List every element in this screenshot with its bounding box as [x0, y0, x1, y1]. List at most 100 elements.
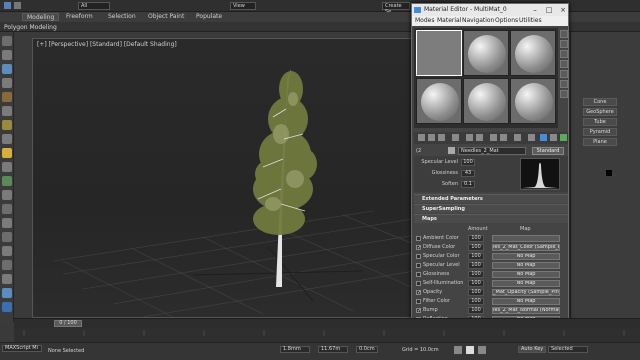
shapes-icon[interactable]	[2, 246, 12, 256]
map-slot-button[interactable]: No Map	[492, 298, 560, 305]
close-icon[interactable]: ×	[556, 4, 568, 16]
color-swatch[interactable]	[606, 170, 612, 176]
map-slot-button[interactable]: No Map	[492, 271, 560, 278]
get-material-icon[interactable]	[418, 134, 425, 141]
go-to-start-icon[interactable]	[454, 346, 462, 354]
utilities-icon[interactable]	[2, 162, 12, 172]
tab-object-paint[interactable]: Object Paint	[144, 13, 188, 21]
pick-from-object-icon[interactable]	[550, 134, 557, 141]
options-icon[interactable]	[560, 90, 568, 98]
layer-icon[interactable]	[2, 302, 12, 312]
menu-material[interactable]: Material	[437, 17, 461, 25]
track-bar[interactable]	[14, 328, 640, 342]
select-icon[interactable]	[2, 36, 12, 46]
go-to-end-icon[interactable]	[478, 346, 486, 354]
redo-icon[interactable]	[14, 2, 21, 9]
map-enable-checkbox[interactable]	[416, 281, 421, 286]
map-amount-field[interactable]: 100	[468, 298, 484, 305]
rollout-extended-parameters[interactable]: Extended Parameters	[414, 194, 568, 203]
tab-modeling[interactable]: Modeling	[22, 13, 60, 21]
display-icon[interactable]	[2, 148, 12, 158]
map-slot-button[interactable]: No Map	[492, 262, 560, 269]
specular-level-field[interactable]: 100	[461, 159, 475, 166]
minimize-icon[interactable]: –	[528, 4, 542, 16]
map-enable-checkbox[interactable]	[416, 236, 421, 241]
background-icon[interactable]	[560, 50, 568, 58]
x-coordinate-field[interactable]: 1.8mm	[280, 346, 310, 353]
soften-field[interactable]: 0.1	[461, 181, 475, 188]
map-slot-button[interactable]: No Map	[492, 280, 560, 287]
tube-button[interactable]: Tube	[583, 118, 617, 126]
compound-icon[interactable]	[2, 274, 12, 284]
map-enable-checkbox[interactable]	[416, 272, 421, 277]
maximize-icon[interactable]: □	[542, 4, 556, 16]
put-to-scene-icon[interactable]	[428, 134, 435, 141]
map-enable-checkbox[interactable]	[416, 254, 421, 259]
systems-icon[interactable]	[2, 232, 12, 242]
material-editor-titlebar[interactable]: Material Editor - MultiMat_0 – □ ×	[412, 4, 568, 16]
undo-icon[interactable]	[4, 2, 11, 9]
material-map-navigator-icon[interactable]	[560, 134, 567, 141]
move-icon[interactable]	[2, 50, 12, 60]
glossiness-field[interactable]: 43	[461, 170, 475, 177]
play-icon[interactable]	[466, 346, 474, 354]
map-slot-button[interactable]: No Map	[492, 253, 560, 260]
hierarchy-icon[interactable]	[2, 120, 12, 130]
y-coordinate-field[interactable]: 11.67m	[318, 346, 348, 353]
particles-icon[interactable]	[2, 260, 12, 270]
sample-slot-6[interactable]	[510, 78, 556, 124]
material-name-input[interactable]: Needles_2_Mat	[458, 147, 526, 155]
pyramid-button[interactable]: Pyramid	[583, 128, 617, 136]
sample-type-icon[interactable]	[560, 30, 568, 38]
lights-icon[interactable]	[2, 176, 12, 186]
sample-slot-2[interactable]	[463, 30, 509, 76]
map-slot-button[interactable]	[492, 235, 560, 242]
cone-button[interactable]: Cone	[583, 98, 617, 106]
scale-icon[interactable]	[2, 78, 12, 88]
map-slot-button[interactable]: _Mat_Opacity (Sample_Pine_Op	[492, 289, 560, 296]
sample-slot-3[interactable]	[510, 30, 556, 76]
sample-slot-5[interactable]	[463, 78, 509, 124]
spacewarps-icon[interactable]	[2, 218, 12, 228]
menu-utilities[interactable]: Utilities	[519, 17, 542, 25]
map-slot-button[interactable]: les_2_Mat_Color (Sample_Pine	[492, 244, 560, 251]
auto-key-button[interactable]: Auto Key	[518, 346, 546, 353]
rollout-maps[interactable]: Maps	[414, 214, 568, 223]
ribbon-panel-label[interactable]: Polygon Modeling	[4, 24, 57, 31]
rotate-icon[interactable]	[2, 64, 12, 74]
modify-icon[interactable]	[2, 106, 12, 116]
map-enable-checkbox[interactable]	[416, 263, 421, 268]
material-id-icon[interactable]	[490, 134, 497, 141]
map-enable-checkbox[interactable]: ✓	[416, 290, 421, 296]
selection-filter-dropdown[interactable]: All	[78, 2, 110, 10]
map-enable-checkbox[interactable]: ✓	[416, 245, 421, 251]
tab-populate[interactable]: Populate	[192, 13, 226, 21]
show-end-result-icon[interactable]	[514, 134, 521, 141]
map-slot-button[interactable]: les_2_Mat_Normal (Normal Bu	[492, 307, 560, 314]
map-amount-field[interactable]: 100	[468, 289, 484, 296]
material-type-button[interactable]: Standard	[532, 147, 564, 155]
create-selection-set[interactable]: Create Se	[382, 2, 410, 15]
z-coordinate-field[interactable]: 0.0cm	[356, 346, 378, 353]
map-enable-checkbox[interactable]: ✓	[416, 308, 421, 314]
eyedropper-icon[interactable]	[448, 147, 455, 154]
map-amount-field[interactable]: 100	[468, 280, 484, 287]
reset-map-icon[interactable]	[452, 134, 459, 141]
map-amount-field[interactable]: 100	[468, 253, 484, 260]
plane-button[interactable]: Plane	[583, 138, 617, 146]
sample-slot-4[interactable]	[416, 78, 462, 124]
rollout-supersampling[interactable]: SuperSampling	[414, 204, 568, 213]
video-color-check-icon[interactable]	[560, 70, 568, 78]
make-preview-icon[interactable]	[560, 80, 568, 88]
menu-modes[interactable]: Modes	[415, 17, 434, 25]
go-to-parent-icon[interactable]	[528, 134, 535, 141]
map-amount-field[interactable]: 100	[468, 235, 484, 242]
reference-coordinate-dropdown[interactable]: View	[230, 2, 256, 10]
put-to-library-icon[interactable]	[476, 134, 483, 141]
menu-options[interactable]: Options	[495, 17, 518, 25]
map-amount-field[interactable]: 100	[468, 307, 484, 314]
motion-icon[interactable]	[2, 134, 12, 144]
uv-tiling-icon[interactable]	[560, 60, 568, 68]
time-slider[interactable]: 0 / 100	[54, 320, 82, 327]
tab-selection[interactable]: Selection	[104, 13, 140, 21]
